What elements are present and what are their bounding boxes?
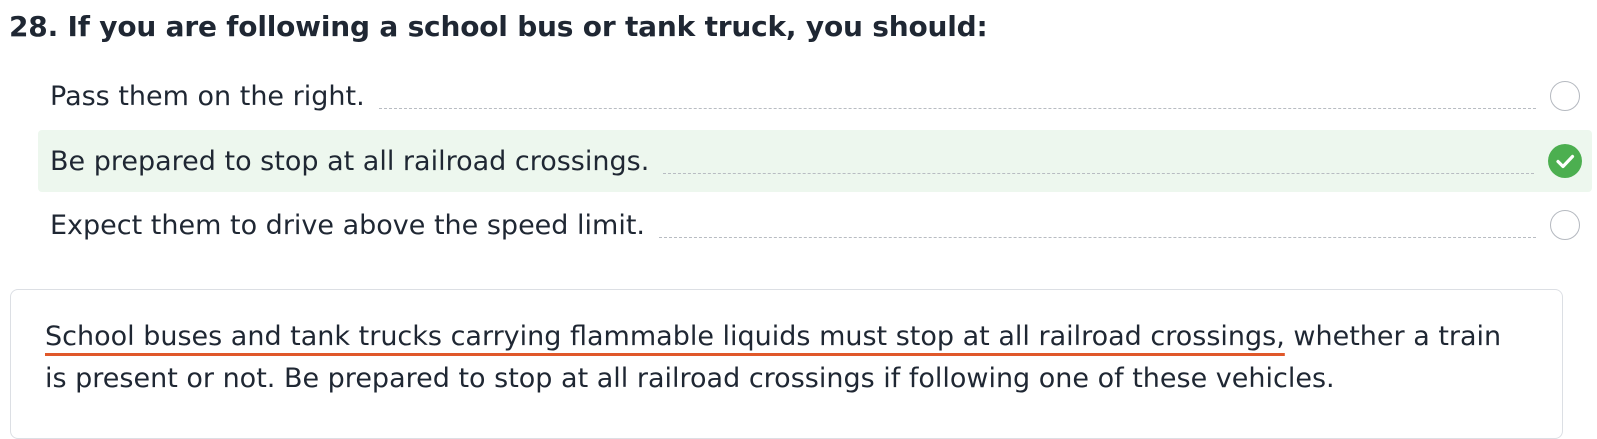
check-circle-icon[interactable] [1548, 144, 1582, 178]
dotted-leader [378, 107, 1536, 109]
answer-option-3[interactable]: Expect them to drive above the speed lim… [38, 194, 1592, 256]
answer-option-label: Expect them to drive above the speed lim… [50, 209, 645, 241]
answer-option-1[interactable]: Pass them on the right. [38, 65, 1592, 127]
empty-radio-icon[interactable] [1550, 210, 1580, 240]
explanation-box: School buses and tank trucks carrying fl… [10, 289, 1563, 439]
empty-radio-icon[interactable] [1550, 81, 1580, 111]
answer-option-2[interactable]: Be prepared to stop at all railroad cros… [38, 130, 1592, 192]
dotted-leader [659, 236, 1536, 238]
explanation-text: School buses and tank trucks carrying fl… [45, 316, 1525, 400]
question-title: 28. If you are following a school bus or… [9, 10, 988, 43]
answer-option-label: Pass them on the right. [50, 80, 365, 112]
answer-option-label: Be prepared to stop at all railroad cros… [50, 145, 650, 177]
dotted-leader [663, 172, 1534, 174]
explanation-highlight: School buses and tank trucks carrying fl… [45, 321, 1285, 352]
